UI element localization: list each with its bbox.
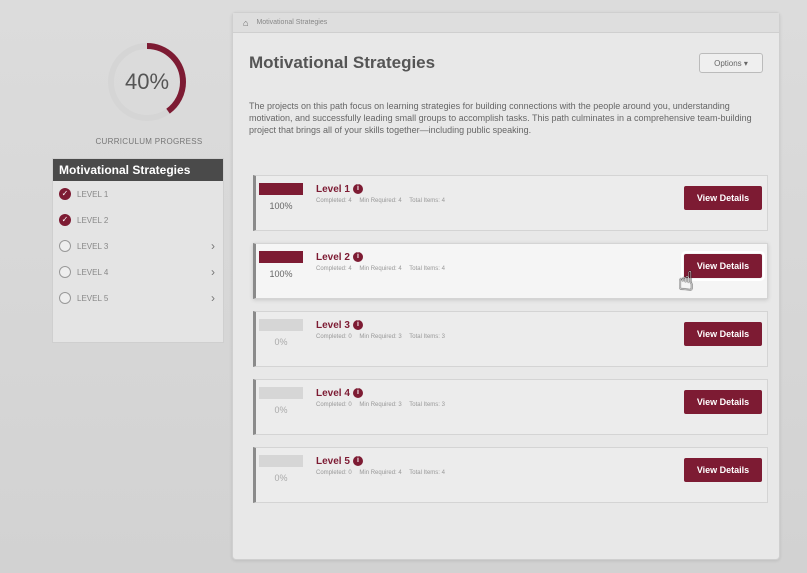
sidebar-item-level-4[interactable]: LEVEL 4 › [53,259,223,285]
chevron-right-icon: › [211,239,215,253]
level-completed: Completed: 4 [316,266,352,272]
level-min-required: Min Required: 3 [359,402,402,408]
level-min-required: Min Required: 4 [359,198,402,204]
level-total-items: Total Items: 3 [409,402,445,408]
breadcrumb-label[interactable]: Motivational Strategies [256,19,327,26]
level-progress-fill [259,251,303,263]
level-title-text: Level 4 [316,388,350,399]
level-percent: 0% [274,473,288,483]
level-progress-fill [259,183,303,195]
sidebar-item-label: LEVEL 4 [77,267,109,277]
view-details-button[interactable]: View Details [684,186,762,210]
empty-circle-icon [59,240,71,252]
level-total-items: Total Items: 4 [409,470,445,476]
level-title: Level 2i [316,252,363,263]
level-title-text: Level 5 [316,456,350,467]
view-details-button[interactable]: View Details [684,458,762,482]
level-stats: Completed: 0 Min Required: 4 Total Items… [316,470,451,476]
sidebar-item-level-2[interactable]: ✓ LEVEL 2 [53,207,223,233]
check-circle-icon: ✓ [59,188,71,200]
view-details-button[interactable]: View Details [681,251,765,281]
level-progress-bar [259,319,303,331]
level-progress-bar [259,183,303,195]
level-completed: Completed: 0 [316,470,352,476]
level-sidebar: Motivational Strategies ✓ LEVEL 1 ✓ LEVE… [52,158,224,343]
info-icon[interactable]: i [352,252,363,263]
options-button[interactable]: Options ▾ [699,53,763,73]
level-min-required: Min Required: 4 [359,470,402,476]
chevron-right-icon: › [211,265,215,279]
level-percent: 100% [269,269,293,279]
level-title: Level 4i [316,388,363,399]
level-title-text: Level 3 [316,320,350,331]
level-stats: Completed: 4 Min Required: 4 Total Items… [316,198,451,204]
level-title: Level 5i [316,456,363,467]
empty-circle-icon [59,292,71,304]
empty-circle-icon [59,266,71,278]
level-percent: 0% [274,405,288,415]
level-progress-bar [259,455,303,467]
view-details-button[interactable]: View Details [684,322,762,346]
main-panel: ⌂ Motivational Strategies Motivational S… [232,12,780,560]
level-card-1: 100% Level 1i Completed: 4 Min Required:… [253,175,768,231]
level-completed: Completed: 0 [316,334,352,340]
info-icon[interactable]: i [352,388,363,399]
info-icon[interactable]: i [352,456,363,467]
level-min-required: Min Required: 3 [359,334,402,340]
level-completed: Completed: 0 [316,402,352,408]
sidebar-item-level-1[interactable]: ✓ LEVEL 1 [53,181,223,207]
level-progress-bar [259,251,303,263]
view-details-button[interactable]: View Details [684,390,762,414]
chevron-right-icon: › [211,291,215,305]
level-total-items: Total Items: 3 [409,334,445,340]
level-title-text: Level 2 [316,252,350,263]
level-completed: Completed: 4 [316,198,352,204]
level-stats: Completed: 4 Min Required: 4 Total Items… [316,266,451,272]
curriculum-progress-value: 40% [124,69,170,94]
level-title-text: Level 1 [316,184,350,195]
info-icon[interactable]: i [352,320,363,331]
level-percent: 100% [269,201,293,211]
sidebar-item-label: LEVEL 1 [77,189,109,199]
sidebar-title: Motivational Strategies [53,159,223,181]
level-min-required: Min Required: 4 [359,266,402,272]
hand-pointer-icon: ☝ [678,266,694,296]
level-stats: Completed: 0 Min Required: 3 Total Items… [316,334,451,340]
home-icon[interactable]: ⌂ [243,18,248,28]
level-card-3: 0% Level 3i Completed: 0 Min Required: 3… [253,311,768,367]
level-card-4: 0% Level 4i Completed: 0 Min Required: 3… [253,379,768,435]
level-card-5: 0% Level 5i Completed: 0 Min Required: 4… [253,447,768,503]
check-circle-icon: ✓ [59,214,71,226]
breadcrumb: ⌂ Motivational Strategies [233,13,779,33]
level-progress-bar [259,387,303,399]
level-title: Level 1i [316,184,363,195]
level-percent: 0% [274,337,288,347]
sidebar-item-label: LEVEL 3 [77,241,109,251]
level-stats: Completed: 0 Min Required: 3 Total Items… [316,402,451,408]
page-title: Motivational Strategies [249,53,436,72]
path-description: The projects on this path focus on learn… [249,101,752,135]
info-icon[interactable]: i [352,184,363,195]
level-total-items: Total Items: 4 [409,266,445,272]
sidebar-item-label: LEVEL 5 [77,293,109,303]
level-title: Level 3i [316,320,363,331]
sidebar-item-level-3[interactable]: LEVEL 3 › [53,233,223,259]
sidebar-item-level-5[interactable]: LEVEL 5 › [53,285,223,311]
app-screen: 40% CURRICULUM PROGRESS Motivational Str… [0,0,807,573]
sidebar-item-label: LEVEL 2 [77,215,109,225]
level-total-items: Total Items: 4 [409,198,445,204]
curriculum-progress-ring: 40% [105,40,189,124]
curriculum-progress-label: CURRICULUM PROGRESS [95,137,203,146]
